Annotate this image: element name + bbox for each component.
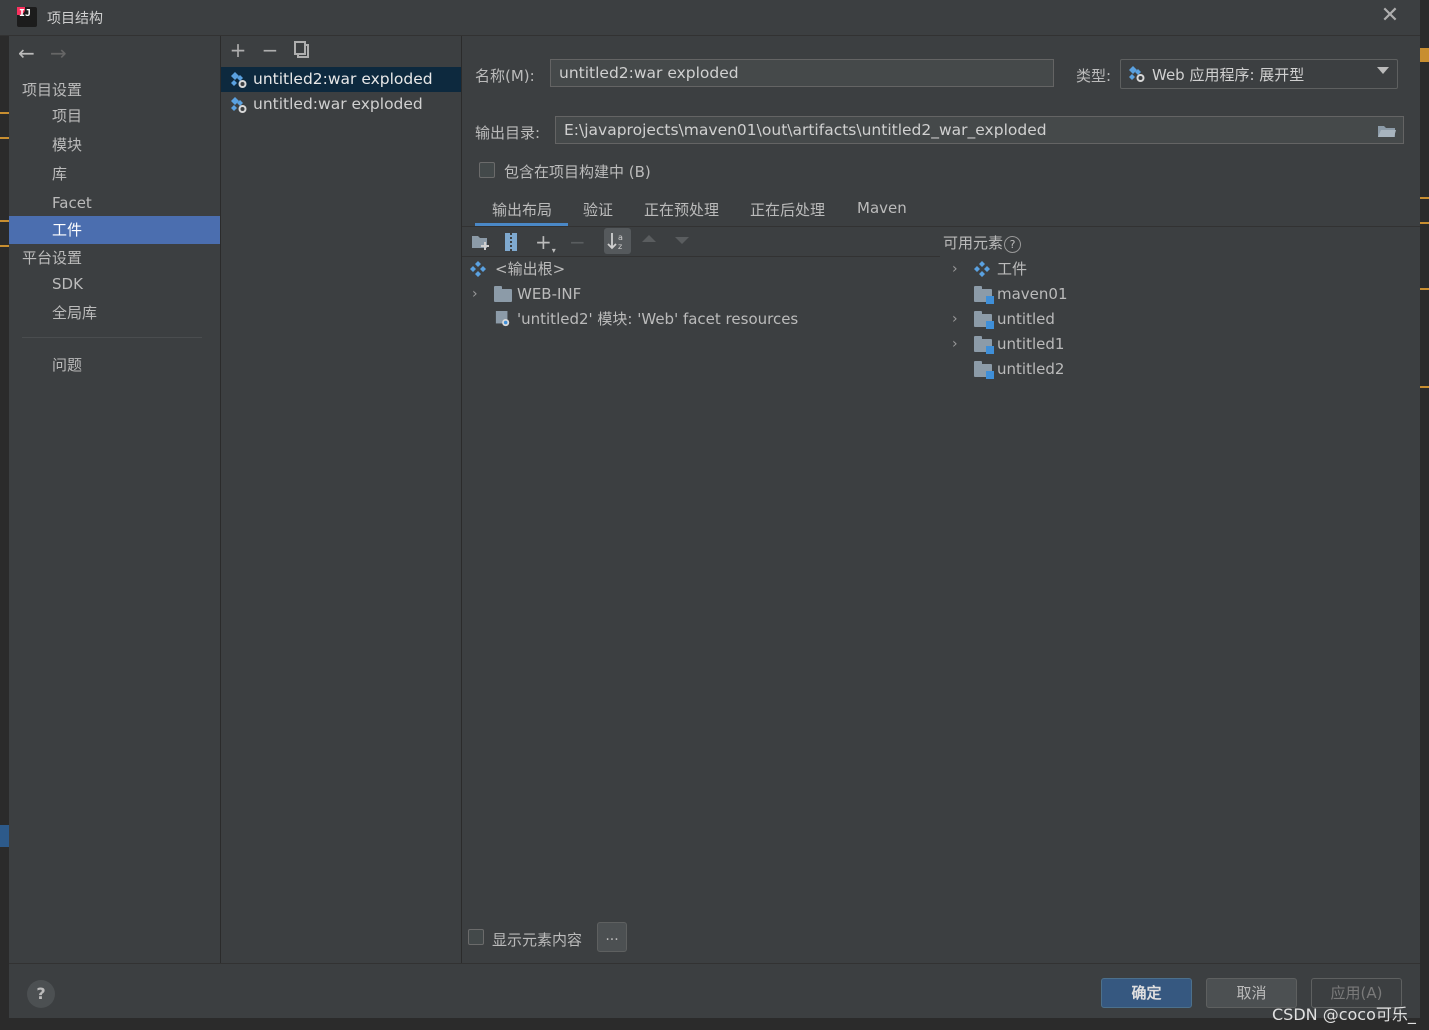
- tree-label: untitled1: [997, 335, 1065, 353]
- artifact-diamond-icon: [974, 261, 990, 277]
- copy-icon[interactable]: [292, 41, 312, 61]
- nav-divider: [22, 337, 202, 338]
- settings-nav: ← → 项目设置 项目 模块 库 Facet 工件 平台设置 SDK 全局库 问…: [9, 36, 221, 963]
- war-artifact-icon: [231, 97, 247, 113]
- artifact-list-panel: + − untitled2:war exploded untitled:war …: [221, 36, 462, 963]
- include-in-build-label: 包含在项目构建中 (B): [504, 163, 651, 181]
- module-folder-icon: [974, 311, 994, 329]
- show-content-label: 显示元素内容: [492, 931, 583, 949]
- chevron-right-icon[interactable]: ›: [952, 257, 958, 282]
- war-artifact-icon: [231, 72, 247, 88]
- nav-item-sdk[interactable]: SDK: [9, 270, 220, 298]
- tab-validation[interactable]: 验证: [583, 199, 613, 220]
- chevron-right-icon[interactable]: ›: [472, 282, 478, 307]
- artifact-diamond-icon: [470, 261, 486, 277]
- output-dir-label: 输出目录:: [475, 124, 541, 142]
- ide-background-right: [1420, 0, 1429, 1030]
- nav-item-artifacts[interactable]: 工件: [9, 216, 220, 244]
- tree-label: 'untitled2' 模块: 'Web' facet resources: [517, 310, 799, 328]
- forward-arrow-icon[interactable]: →: [50, 43, 67, 63]
- available-elements-text: 可用元素: [943, 234, 1004, 252]
- tab-postprocessing[interactable]: 正在后处理: [750, 199, 825, 220]
- help-circle-icon[interactable]: ?: [1004, 236, 1022, 253]
- project-settings-header: 项目设置: [22, 81, 83, 99]
- nav-item-modules[interactable]: 模块: [9, 131, 220, 159]
- output-dir-value: E:\javaprojects\maven01\out\artifacts\un…: [564, 121, 1047, 139]
- chevron-down-icon: [1377, 67, 1389, 74]
- facet-resource-icon: [495, 311, 510, 327]
- tabs-divider: [462, 226, 1420, 227]
- nav-item-global-libraries[interactable]: 全局库: [9, 299, 220, 327]
- dialog-titlebar: IJ 项目结构 ✕: [0, 0, 1420, 36]
- tree-label: WEB-INF: [517, 285, 582, 303]
- nav-item-label: 全局库: [52, 304, 98, 322]
- module-folder-icon: [974, 361, 994, 379]
- move-down-icon[interactable]: [675, 237, 689, 244]
- remove-element-icon[interactable]: −: [569, 230, 586, 254]
- module-folder-icon: [974, 336, 994, 354]
- add-icon[interactable]: +: [228, 40, 248, 61]
- nav-item-project[interactable]: 项目: [9, 102, 220, 130]
- name-label: 名称(M):: [475, 67, 535, 85]
- add-element-icon[interactable]: +▾: [535, 230, 556, 255]
- move-up-icon[interactable]: [642, 235, 656, 242]
- type-value: Web 应用程序: 展开型: [1152, 66, 1305, 84]
- tree-label: 工件: [997, 260, 1028, 278]
- tree-label: maven01: [997, 285, 1068, 303]
- chevron-right-icon[interactable]: ›: [952, 332, 958, 357]
- type-dropdown[interactable]: Web 应用程序: 展开型: [1120, 59, 1398, 89]
- nav-item-label: 问题: [52, 356, 83, 374]
- ide-background-left: [0, 0, 9, 1030]
- output-dir-field[interactable]: E:\javaprojects\maven01\out\artifacts\un…: [555, 116, 1404, 144]
- include-in-build-checkbox[interactable]: [479, 162, 495, 178]
- archive-icon[interactable]: [503, 232, 519, 252]
- nav-item-label: 工件: [52, 221, 83, 239]
- nav-item-facets[interactable]: Facet: [9, 189, 220, 217]
- folder-icon: [494, 286, 512, 302]
- nav-item-label: SDK: [52, 275, 83, 293]
- svg-text:a: a: [618, 233, 623, 242]
- available-elements-label: 可用元素?: [943, 232, 1022, 253]
- tab-output-layout[interactable]: 输出布局: [492, 199, 552, 220]
- tree-label: untitled2: [997, 360, 1065, 378]
- artifact-name: untitled2:war exploded: [253, 70, 433, 88]
- nav-item-label: Facet: [52, 194, 92, 212]
- help-button[interactable]: ?: [27, 980, 55, 1008]
- dialog-footer: ? 确定 取消 应用(A): [9, 963, 1420, 1018]
- nav-item-label: 库: [52, 165, 68, 183]
- nav-item-libraries[interactable]: 库: [9, 160, 220, 188]
- sort-icon[interactable]: az: [604, 228, 631, 254]
- module-folder-icon: [974, 286, 994, 304]
- chevron-right-icon[interactable]: ›: [952, 307, 958, 332]
- new-directory-icon[interactable]: [471, 233, 491, 251]
- artifact-settings-panel: 名称(M): untitled2:war exploded 类型: Web 应用…: [462, 36, 1420, 963]
- tree-label: untitled: [997, 310, 1055, 328]
- watermark-text: CSDN @coco可乐_: [1272, 1005, 1416, 1024]
- name-field[interactable]: untitled2:war exploded: [550, 59, 1054, 87]
- svg-text:z: z: [618, 242, 622, 251]
- ide-statusbar: [0, 1017, 1429, 1030]
- show-content-checkbox[interactable]: [468, 929, 484, 945]
- nav-item-problems[interactable]: 问题: [9, 351, 220, 379]
- ok-button[interactable]: 确定: [1101, 978, 1192, 1008]
- content-options-button[interactable]: ...: [597, 922, 627, 952]
- close-icon[interactable]: ✕: [1379, 5, 1401, 27]
- remove-icon[interactable]: −: [260, 40, 280, 61]
- intellij-logo-icon: IJ: [17, 7, 37, 27]
- web-app-icon: [1129, 66, 1145, 82]
- tab-preprocessing[interactable]: 正在预处理: [644, 199, 719, 220]
- type-label: 类型:: [1076, 67, 1112, 85]
- browse-folder-icon[interactable]: [1377, 123, 1397, 139]
- artifact-item[interactable]: untitled:war exploded: [221, 92, 461, 117]
- nav-item-label: 模块: [52, 136, 83, 154]
- artifact-item[interactable]: untitled2:war exploded: [221, 67, 461, 92]
- tree-label: <输出根>: [495, 260, 566, 278]
- tab-maven[interactable]: Maven: [857, 199, 907, 217]
- artifact-name: untitled:war exploded: [253, 95, 423, 113]
- nav-item-label: 项目: [52, 107, 83, 125]
- dialog-title: 项目结构: [47, 11, 103, 27]
- back-arrow-icon[interactable]: ←: [18, 43, 35, 63]
- platform-settings-header: 平台设置: [22, 249, 83, 267]
